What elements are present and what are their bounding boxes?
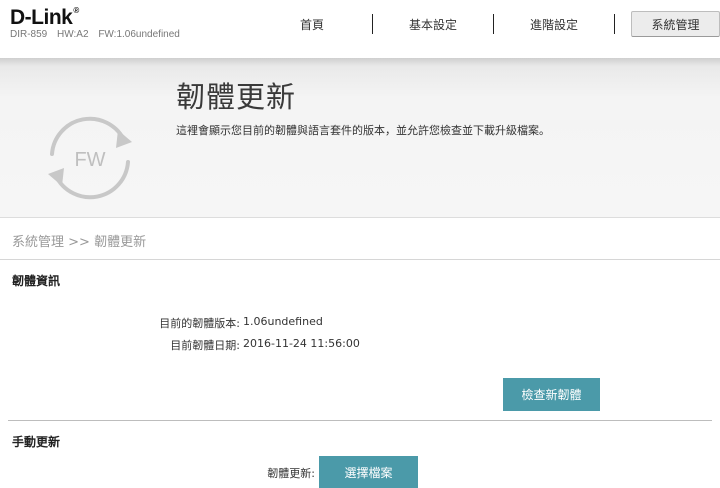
top-header: D-Link® DIR-859 HW:A2 FW:1.06undefined 首… [0,0,720,58]
current-version-value: 1.06undefined [243,315,323,328]
nav-advanced-settings[interactable]: 進階設定 [494,11,614,37]
check-new-firmware-button[interactable]: 檢查新韌體 [503,378,600,411]
breadcrumb-separator: >> [68,235,90,250]
current-version-label: 目前的韌體版本: [159,317,240,330]
page-banner: FW 韌體更新 這裡會顯示您目前的韌體與語言套件的版本，並允許您檢查並下載升級檔… [0,58,720,218]
current-date-value: 2016-11-24 11:56:00 [243,337,360,350]
page-description: 這裡會顯示您目前的韌體與語言套件的版本，並允許您檢查並下載升級檔案。 [176,124,550,137]
dlink-logo: D-Link® [10,6,79,29]
firmware-refresh-icon: FW [48,116,132,200]
section-divider [8,420,712,421]
nav-home[interactable]: 首頁 [252,11,372,37]
fw-icon-label: FW [74,149,105,171]
breadcrumb-parent[interactable]: 系統管理 [12,235,64,250]
hardware-version: HW:A2 [57,29,89,40]
breadcrumb: 系統管理 >> 韌體更新 [12,231,146,250]
device-model-info: DIR-859 HW:A2 FW:1.06undefined [10,29,187,40]
current-date-label: 目前韌體日期: [170,339,240,352]
page-title: 韌體更新 [176,80,297,114]
firmware-info-title: 韌體資訊 [12,274,61,288]
breadcrumb-current: 韌體更新 [94,235,147,250]
nav-separator [614,14,615,34]
nav-basic-settings[interactable]: 基本設定 [373,11,493,37]
model-name: DIR-859 [10,29,48,40]
firmware-version-header: FW:1.06undefined [98,29,180,40]
nav-management[interactable]: 系統管理 [631,11,720,37]
choose-file-button[interactable]: 選擇檔案 [319,456,418,488]
firmware-upload-label: 韌體更新: [267,467,315,480]
manual-update-title: 手動更新 [12,435,61,449]
breadcrumb-divider [0,259,720,260]
